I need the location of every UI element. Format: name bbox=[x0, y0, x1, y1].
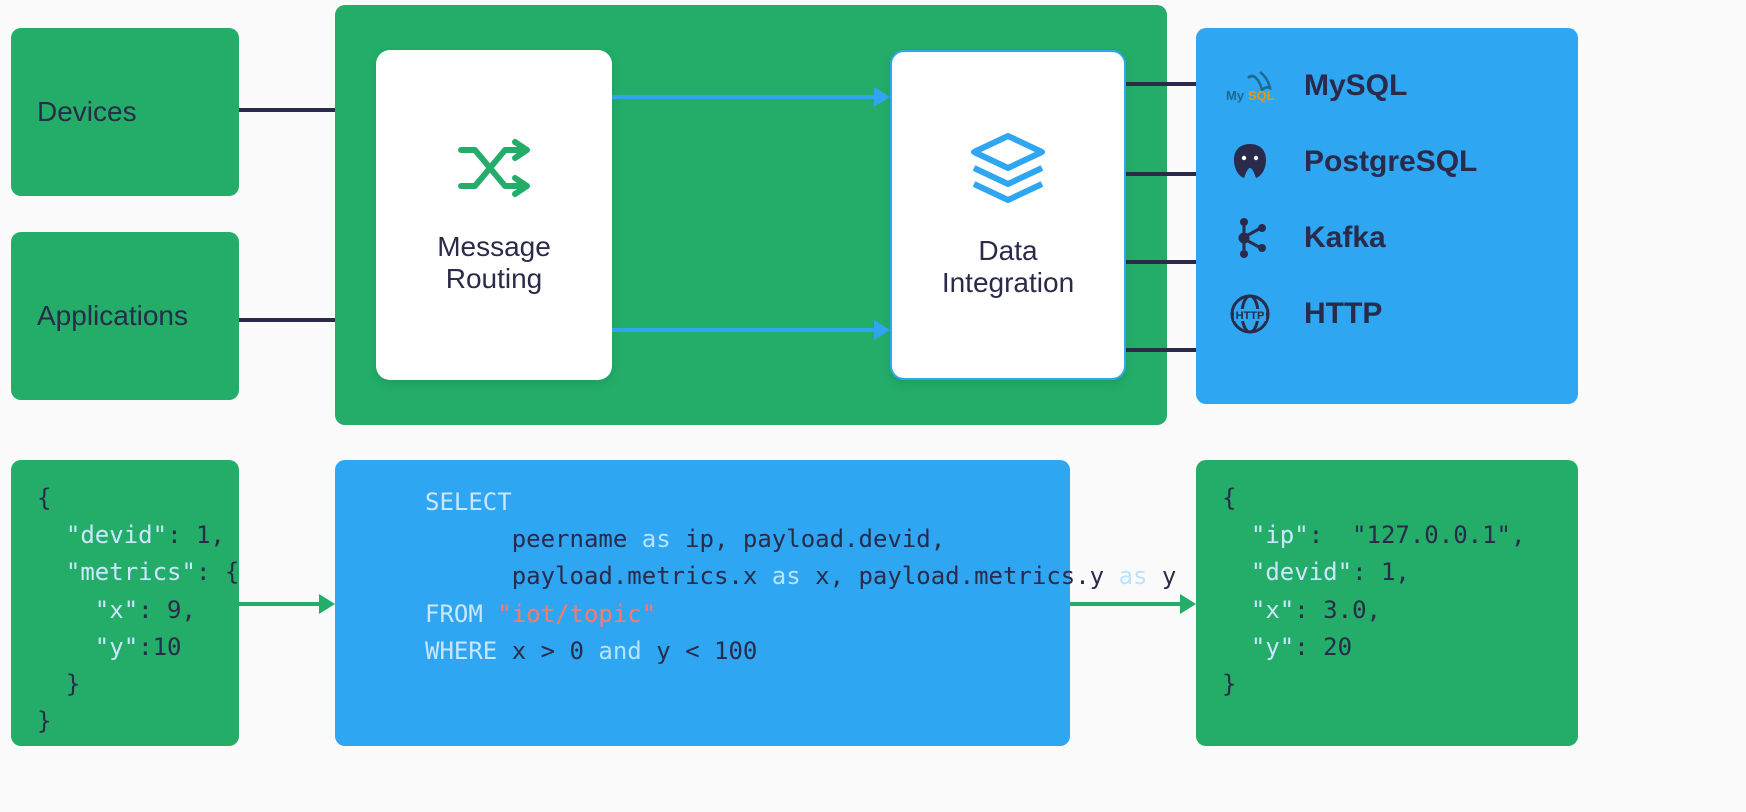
stack-icon bbox=[968, 132, 1048, 211]
kafka-icon bbox=[1226, 214, 1274, 262]
arrow-head-top bbox=[874, 87, 890, 107]
svg-text:My: My bbox=[1226, 88, 1245, 103]
data-integration-card: Data Integration bbox=[890, 50, 1126, 380]
arrow-head-sql-output bbox=[1180, 594, 1196, 614]
data-integration-label: Data Integration bbox=[942, 235, 1074, 299]
targets-list: My SQL MySQL PostgreSQL bbox=[1196, 28, 1578, 372]
connector-applications-engine bbox=[239, 318, 335, 322]
connector-devices-engine bbox=[239, 108, 335, 112]
connector-engine-target-3 bbox=[1126, 260, 1196, 264]
targets-panel: My SQL MySQL PostgreSQL bbox=[1196, 28, 1578, 404]
target-row-kafka: Kafka bbox=[1226, 214, 1548, 262]
source-applications-label: Applications bbox=[37, 300, 188, 332]
sql-code: SELECT peername as ip, payload.devid, pa… bbox=[335, 460, 1070, 694]
connector-engine-target-1 bbox=[1126, 82, 1196, 86]
source-devices-label: Devices bbox=[37, 96, 137, 128]
connector-engine-target-4 bbox=[1126, 348, 1196, 352]
target-label-http: HTTP bbox=[1304, 297, 1382, 331]
source-devices-box: Devices bbox=[11, 28, 239, 196]
target-row-postgresql: PostgreSQL bbox=[1226, 138, 1548, 186]
input-json-box: { "devid": 1, "metrics": { "x": 9, "y":1… bbox=[11, 460, 239, 746]
arrow-head-input-sql bbox=[319, 594, 335, 614]
output-json-box: { "ip": "127.0.0.1", "devid": 1, "x": 3.… bbox=[1196, 460, 1578, 746]
arrow-routing-to-integration-top bbox=[612, 95, 874, 99]
message-routing-label: Message Routing bbox=[437, 231, 551, 295]
target-label-kafka: Kafka bbox=[1304, 221, 1386, 255]
mysql-icon: My SQL bbox=[1226, 62, 1274, 110]
svg-text:SQL: SQL bbox=[1248, 88, 1274, 103]
arrow-head-bottom bbox=[874, 320, 890, 340]
connector-engine-target-2 bbox=[1126, 172, 1196, 176]
message-routing-card: Message Routing bbox=[376, 50, 612, 380]
source-applications-box: Applications bbox=[11, 232, 239, 400]
arrow-input-to-sql bbox=[239, 602, 319, 606]
output-json-code: { "ip": "127.0.0.1", "devid": 1, "x": 3.… bbox=[1196, 460, 1551, 723]
arrow-sql-to-output bbox=[1070, 602, 1180, 606]
target-row-mysql: My SQL MySQL bbox=[1226, 62, 1548, 110]
sql-box: SELECT peername as ip, payload.devid, pa… bbox=[335, 460, 1070, 746]
svg-text:HTTP: HTTP bbox=[1236, 310, 1265, 322]
postgresql-icon bbox=[1226, 138, 1274, 186]
input-json-code: { "devid": 1, "metrics": { "x": 9, "y":1… bbox=[11, 460, 265, 760]
arrow-routing-to-integration-bottom bbox=[612, 328, 874, 332]
http-icon: HTTP bbox=[1226, 290, 1274, 338]
target-label-mysql: MySQL bbox=[1304, 69, 1407, 103]
target-row-http: HTTP HTTP bbox=[1226, 290, 1548, 338]
shuffle-icon bbox=[455, 136, 533, 207]
target-label-postgresql: PostgreSQL bbox=[1304, 145, 1477, 179]
